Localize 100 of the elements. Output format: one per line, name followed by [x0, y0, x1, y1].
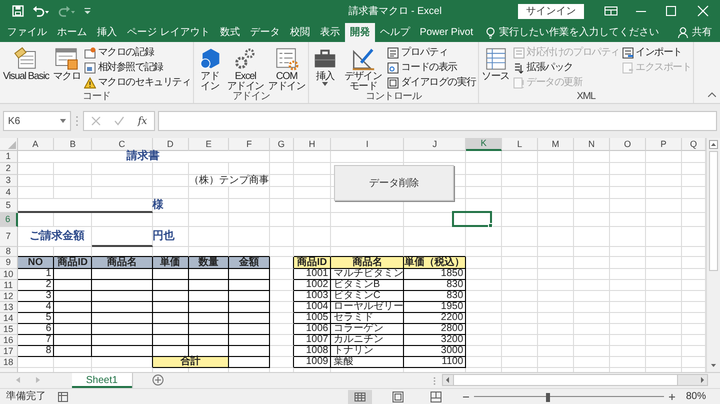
row-header[interactable]: 13 — [0, 302, 18, 313]
table-cell: 1008 — [294, 346, 332, 357]
sheet-tab[interactable]: Sheet1 — [72, 373, 132, 388]
ribbon-button[interactable]: アドイン — [196, 45, 224, 92]
column-header[interactable]: C — [92, 138, 153, 151]
column-header[interactable]: M — [538, 138, 574, 151]
tell-me-search[interactable]: 実行したい作業を入力してください — [486, 23, 660, 42]
row-header[interactable]: 10 — [0, 269, 18, 280]
ribbon-button[interactable]: マクロの記録 — [84, 45, 191, 60]
table-cell: ビタミンC — [331, 291, 404, 302]
column-header[interactable]: G — [270, 138, 294, 151]
check-icon[interactable] — [114, 116, 124, 126]
ribbon-button[interactable]: マクロ — [52, 45, 82, 82]
row-header[interactable]: 16 — [0, 335, 18, 346]
ribbon-button[interactable]: ソース — [480, 45, 511, 82]
add-sheet-icon[interactable] — [152, 374, 164, 386]
code-view-icon — [387, 62, 400, 74]
column-header[interactable]: O — [610, 138, 646, 151]
column-header[interactable]: Q — [682, 138, 706, 151]
table-cell: 2200 — [404, 313, 466, 324]
column-header[interactable]: L — [502, 138, 538, 151]
ribbon-tab[interactable]: 校閲 — [284, 23, 315, 42]
undo-icon[interactable] — [32, 5, 50, 17]
addressee-suffix: 様 — [152, 199, 189, 213]
column-header[interactable]: K — [466, 138, 502, 151]
column-header[interactable]: D — [152, 138, 189, 151]
group-label: コード — [82, 91, 110, 102]
row-header[interactable]: 18 — [0, 357, 18, 368]
customize-caret-icon[interactable] — [84, 7, 91, 15]
vertical-scrollbar[interactable] — [706, 138, 720, 372]
ribbon-button[interactable]: Excel アドイン — [226, 45, 266, 92]
row-header[interactable]: 1 — [0, 151, 18, 163]
row-header[interactable]: 2 — [0, 163, 18, 175]
row-header[interactable]: 15 — [0, 324, 18, 335]
row-header[interactable]: 12 — [0, 291, 18, 302]
header-cell: 金額 — [229, 257, 270, 269]
ribbon-button[interactable]: 拡張パック — [512, 60, 620, 75]
table-cell: 830 — [404, 291, 466, 302]
ribbon-button[interactable]: コードの表示 — [387, 60, 476, 75]
ribbon-button[interactable]: Visual Basic — [2, 45, 50, 82]
horizontal-scrollbar[interactable] — [442, 374, 708, 386]
ribbon-button[interactable]: ダイアログの実行 — [387, 75, 476, 90]
zoom-percentage[interactable]: 80% — [686, 389, 706, 404]
column-header[interactable]: P — [646, 138, 682, 151]
row-header[interactable]: 11 — [0, 280, 18, 291]
ribbon-tab[interactable]: 開発 — [344, 23, 375, 42]
column-header[interactable]: N — [574, 138, 610, 151]
ribbon-button[interactable]: 相対参照で記録 — [84, 60, 191, 75]
zoom-in-icon[interactable] — [668, 392, 676, 400]
ribbon-tab[interactable]: 挿入 — [92, 23, 122, 42]
ribbon-button[interactable]: 挿入 — [311, 45, 340, 86]
ribbon-tab[interactable]: ヘルプ — [374, 23, 415, 42]
row-header[interactable]: 7 — [0, 227, 18, 247]
column-header[interactable]: F — [229, 138, 270, 151]
column-header[interactable]: A — [18, 138, 54, 151]
normal-view-icon[interactable] — [348, 390, 372, 404]
table-cell: 1002 — [294, 280, 332, 291]
save-icon[interactable] — [12, 5, 24, 17]
row-header[interactable]: 4 — [0, 187, 18, 199]
ribbon-button[interactable]: デザインモード — [341, 45, 386, 92]
ribbon-tab[interactable]: 数式 — [214, 23, 245, 42]
macro-record-icon[interactable] — [58, 392, 68, 402]
ribbon-tab[interactable]: ホーム — [52, 23, 92, 42]
ribbon-tab[interactable]: ページ レイアウト — [122, 23, 215, 42]
name-box[interactable]: K6 — [3, 111, 71, 131]
dropdown-caret-icon — [60, 119, 66, 123]
ribbon-button[interactable]: マクロのセキュリティ — [84, 75, 191, 90]
row-header[interactable]: 3 — [0, 175, 18, 187]
ribbon-button[interactable]: インポート — [622, 45, 692, 60]
ribbon-tab[interactable]: データ — [244, 23, 285, 42]
warning-icon — [84, 76, 96, 88]
ribbon-tab[interactable]: Power Pivot — [414, 23, 478, 42]
column-header[interactable]: I — [331, 138, 404, 151]
ribbon-button[interactable]: プロパティ — [387, 45, 476, 60]
ribbon-tab[interactable]: 表示 — [314, 23, 345, 42]
column-header[interactable]: J — [404, 138, 466, 151]
row-header[interactable]: 8 — [0, 247, 18, 257]
column-header[interactable]: H — [294, 138, 332, 151]
header-cell: NO — [18, 257, 54, 269]
scroll-up-icon[interactable] — [709, 140, 718, 149]
row-header[interactable]: 9 — [0, 257, 18, 269]
row-header[interactable]: 5 — [0, 199, 18, 213]
row-header[interactable]: 14 — [0, 313, 18, 324]
ribbon-button[interactable]: COM アドイン — [267, 45, 306, 92]
sign-in-button[interactable]: サインイン — [518, 4, 584, 18]
column-header[interactable]: B — [54, 138, 92, 151]
delete-data-button[interactable]: データ削除 — [334, 165, 454, 201]
properties-icon — [387, 46, 400, 58]
ribbon-tab[interactable]: ファイル — [2, 23, 52, 42]
insert-function-button[interactable]: fx — [138, 114, 148, 128]
column-header[interactable]: E — [188, 138, 230, 151]
row-header[interactable]: 6 — [0, 213, 18, 227]
table-cell: 葉酸 — [331, 357, 404, 368]
row-header[interactable]: 17 — [0, 346, 18, 357]
table-cell: 6 — [18, 324, 54, 335]
share-button[interactable]: 共有 — [678, 23, 712, 42]
table-cell: ビタミンB — [331, 280, 404, 291]
zoom-slider-thumb[interactable] — [546, 392, 550, 402]
formula-input[interactable] — [158, 111, 717, 131]
person-icon — [678, 27, 688, 38]
